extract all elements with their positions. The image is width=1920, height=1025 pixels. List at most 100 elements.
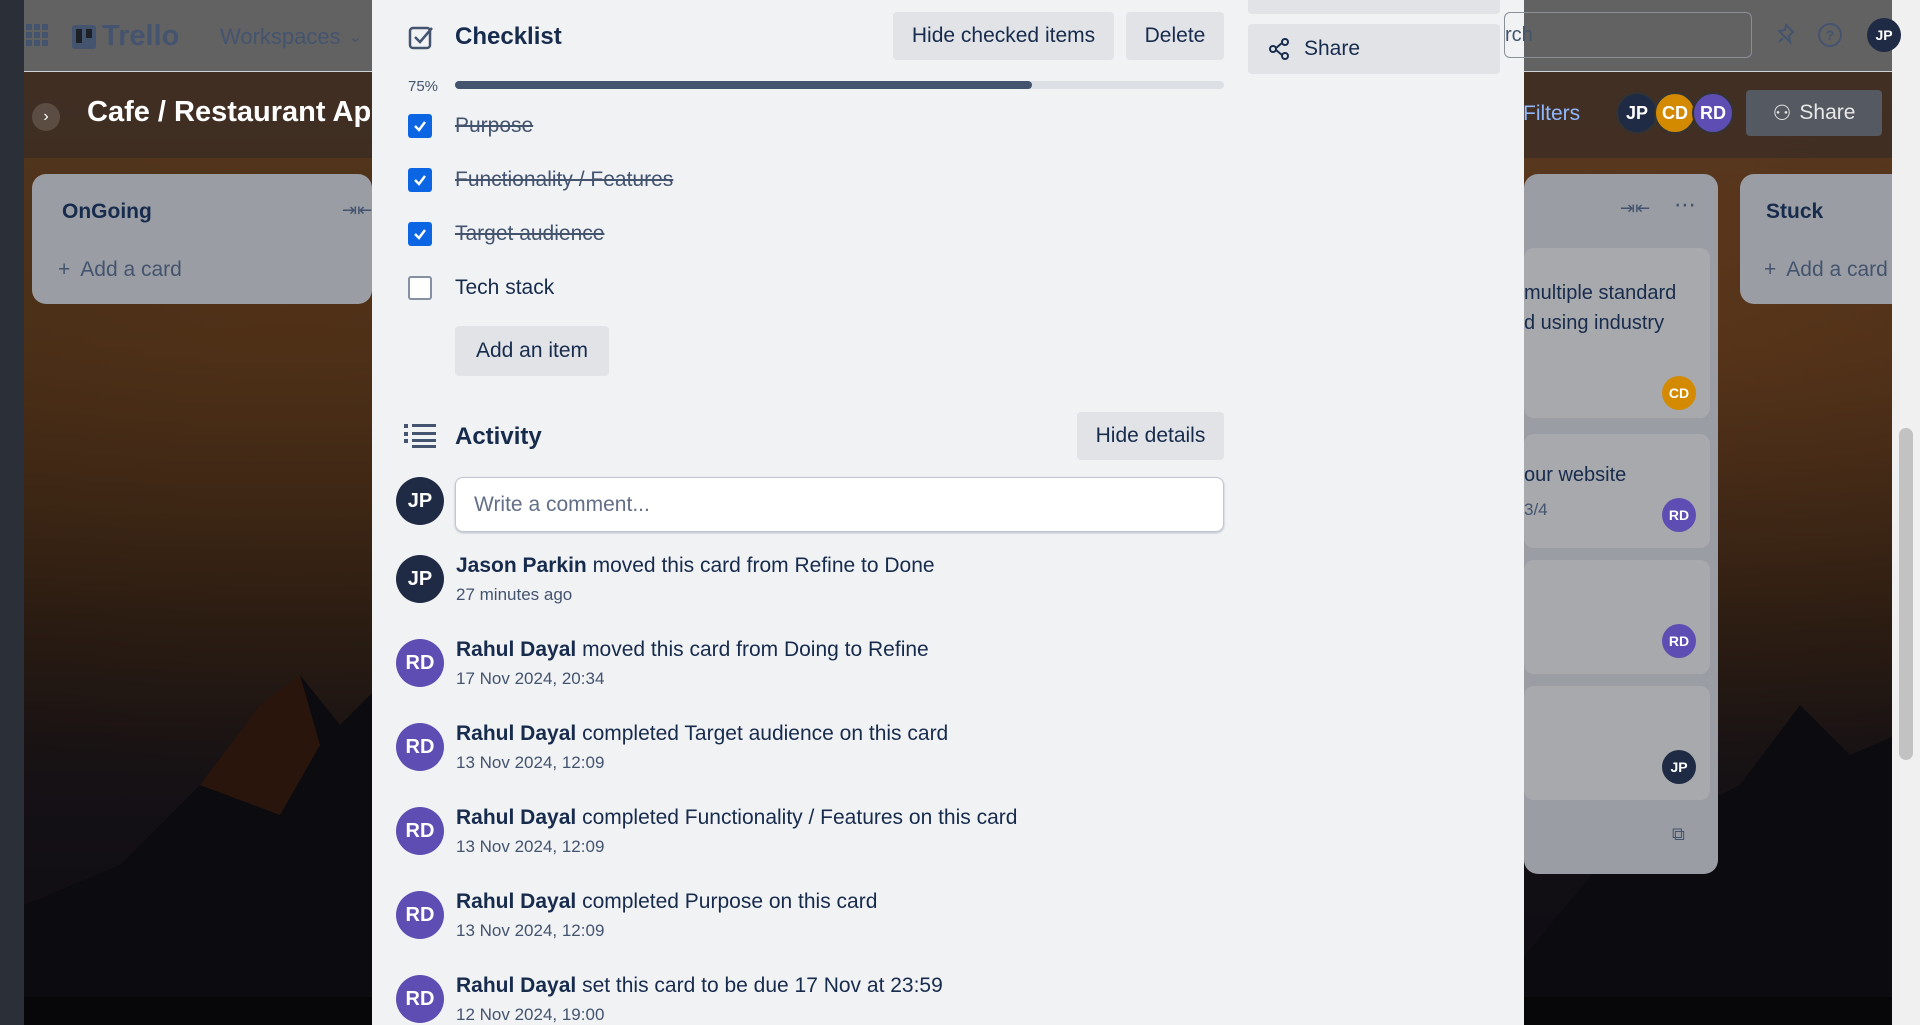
activity-user[interactable]: Rahul Dayal [456, 638, 576, 661]
card[interactable]: RD [1524, 560, 1710, 674]
activity-text: Rahul Dayal completed Functionality / Fe… [456, 806, 1017, 830]
comment-input[interactable]: Write a comment... [455, 477, 1224, 532]
add-item-button[interactable]: Add an item [455, 326, 609, 376]
plus-icon: + [1764, 258, 1777, 281]
help-icon[interactable]: ? [1817, 22, 1843, 48]
add-card-button[interactable]: + Add a card [58, 258, 182, 282]
activity-action: moved this card from Doing to Refine [582, 638, 929, 661]
checkbox-checked[interactable] [408, 114, 432, 138]
notifications-icon[interactable] [1773, 22, 1799, 48]
activity-avatar[interactable]: RD [396, 723, 444, 771]
card-text: multiple standard [1524, 282, 1677, 304]
checklist-item-label[interactable]: Functionality / Features [455, 168, 673, 192]
activity-text: Jason Parkin moved this card from Refine… [456, 554, 935, 578]
board-share-button[interactable]: ⚇ Share [1746, 90, 1882, 136]
activity-user[interactable]: Rahul Dayal [456, 722, 576, 745]
activity-text: Rahul Dayal completed Target audience on… [456, 722, 948, 746]
activity-user[interactable]: Rahul Dayal [456, 890, 576, 913]
activity-user[interactable]: Rahul Dayal [456, 806, 576, 829]
checklist-item[interactable]: Target audience [408, 222, 604, 246]
activity-action: completed Purpose on this card [582, 890, 878, 913]
checklist-title[interactable]: Checklist [455, 23, 562, 51]
checkbox-checked[interactable] [408, 168, 432, 192]
checklist-item-label[interactable]: Tech stack [455, 276, 554, 300]
search-input[interactable]: rch [1504, 12, 1752, 58]
collapse-list-icon[interactable]: ⇥⇤ [342, 200, 372, 221]
trello-logo[interactable]: Trello [72, 20, 179, 53]
checklist-progress-fill [455, 81, 1032, 89]
list-menu-icon[interactable]: ⋯ [1674, 192, 1696, 218]
app-name: Trello [102, 20, 180, 52]
activity-text: Rahul Dayal moved this card from Doing t… [456, 638, 929, 662]
activity-user[interactable]: Jason Parkin [456, 554, 587, 577]
card-template-icon[interactable]: ⧉ [1672, 824, 1685, 845]
card-share-button[interactable]: Share [1248, 24, 1500, 74]
card-text: our website [1524, 464, 1627, 486]
card-member-avatar[interactable]: JP [1662, 750, 1696, 784]
app-switcher-icon[interactable] [24, 22, 50, 48]
activity-action: moved this card from Refine to Done [592, 554, 935, 577]
collapse-list-icon[interactable]: ⇥⇤ [1620, 198, 1650, 219]
chevron-down-icon: ⌄ [348, 29, 363, 46]
activity-avatar[interactable]: RD [396, 891, 444, 939]
card-member-avatar[interactable]: RD [1662, 498, 1696, 532]
add-card-label: Add a card [80, 258, 182, 281]
activity-timestamp[interactable]: 27 minutes ago [456, 585, 572, 605]
list-title[interactable]: Stuck [1766, 200, 1823, 224]
sidebar-action-button[interactable] [1248, 0, 1500, 14]
activity-icon [404, 424, 436, 448]
card[interactable]: JP [1524, 686, 1710, 800]
checklist-item[interactable]: Tech stack [408, 276, 554, 300]
add-card-button[interactable]: + Add a card [1764, 258, 1888, 282]
card[interactable]: multiple standard d using industry CD [1524, 248, 1710, 418]
activity-action: set this card to be due 17 Nov at 23:59 [582, 974, 943, 997]
checklist-item[interactable]: Functionality / Features [408, 168, 673, 192]
activity-user[interactable]: Rahul Dayal [456, 974, 576, 997]
activity-avatar[interactable]: RD [396, 975, 444, 1023]
search-placeholder: rch [1505, 23, 1533, 46]
vertical-scrollbar[interactable] [1892, 0, 1920, 1025]
user-avatar[interactable]: JP [1867, 18, 1901, 52]
activity-timestamp[interactable]: 13 Nov 2024, 12:09 [456, 921, 604, 941]
workspaces-menu[interactable]: Workspaces ⌄ [220, 24, 362, 50]
checklist-item-label[interactable]: Purpose [455, 114, 533, 138]
checklist-item[interactable]: Purpose [408, 114, 533, 138]
card-member-avatar[interactable]: RD [1662, 624, 1696, 658]
left-edge [0, 0, 24, 1025]
scrollbar-thumb[interactable] [1899, 428, 1913, 760]
check-icon [414, 175, 426, 186]
delete-checklist-button[interactable]: Delete [1126, 12, 1224, 60]
activity-timestamp[interactable]: 17 Nov 2024, 20:34 [456, 669, 604, 689]
activity-avatar[interactable]: RD [396, 807, 444, 855]
member-avatar[interactable]: CD [1654, 92, 1696, 134]
board-members[interactable]: JP CD RD [1616, 92, 1734, 134]
card-text: d using industry [1524, 312, 1665, 334]
activity-avatar[interactable]: JP [396, 555, 444, 603]
activity-timestamp[interactable]: 13 Nov 2024, 12:09 [456, 837, 604, 857]
checklist-item-label[interactable]: Target audience [455, 222, 604, 246]
card-member-avatar[interactable]: CD [1662, 376, 1696, 410]
board-title[interactable]: Cafe / Restaurant App [87, 96, 389, 129]
list-done: ⇥⇤ ⋯ multiple standard d using industry … [1524, 174, 1718, 874]
checkbox-unchecked[interactable] [408, 276, 432, 300]
check-icon [414, 121, 426, 132]
activity-timestamp[interactable]: 12 Nov 2024, 19:00 [456, 1005, 604, 1025]
trello-logo-icon [72, 24, 96, 49]
activity-timestamp[interactable]: 13 Nov 2024, 12:09 [456, 753, 604, 773]
card[interactable]: our website 3/4 RD [1524, 434, 1710, 548]
activity-avatar[interactable]: RD [396, 639, 444, 687]
expand-sidebar-icon[interactable]: › [32, 103, 60, 131]
comment-placeholder: Write a comment... [474, 492, 650, 516]
current-user-avatar[interactable]: JP [396, 477, 444, 525]
hide-checked-button[interactable]: Hide checked items [893, 12, 1114, 60]
filters-button[interactable]: Filters [1523, 102, 1580, 126]
checkbox-checked[interactable] [408, 222, 432, 246]
member-avatar[interactable]: RD [1692, 92, 1734, 134]
checklist-badge: 3/4 [1524, 500, 1548, 519]
member-avatar[interactable]: JP [1616, 92, 1658, 134]
hide-details-button[interactable]: Hide details [1077, 412, 1224, 460]
list-ongoing: OnGoing ⇥⇤ + Add a card [32, 174, 372, 304]
list-title[interactable]: OnGoing [62, 200, 152, 224]
add-member-icon: ⚇ [1772, 101, 1792, 125]
add-card-label: Add a card [1786, 258, 1888, 281]
